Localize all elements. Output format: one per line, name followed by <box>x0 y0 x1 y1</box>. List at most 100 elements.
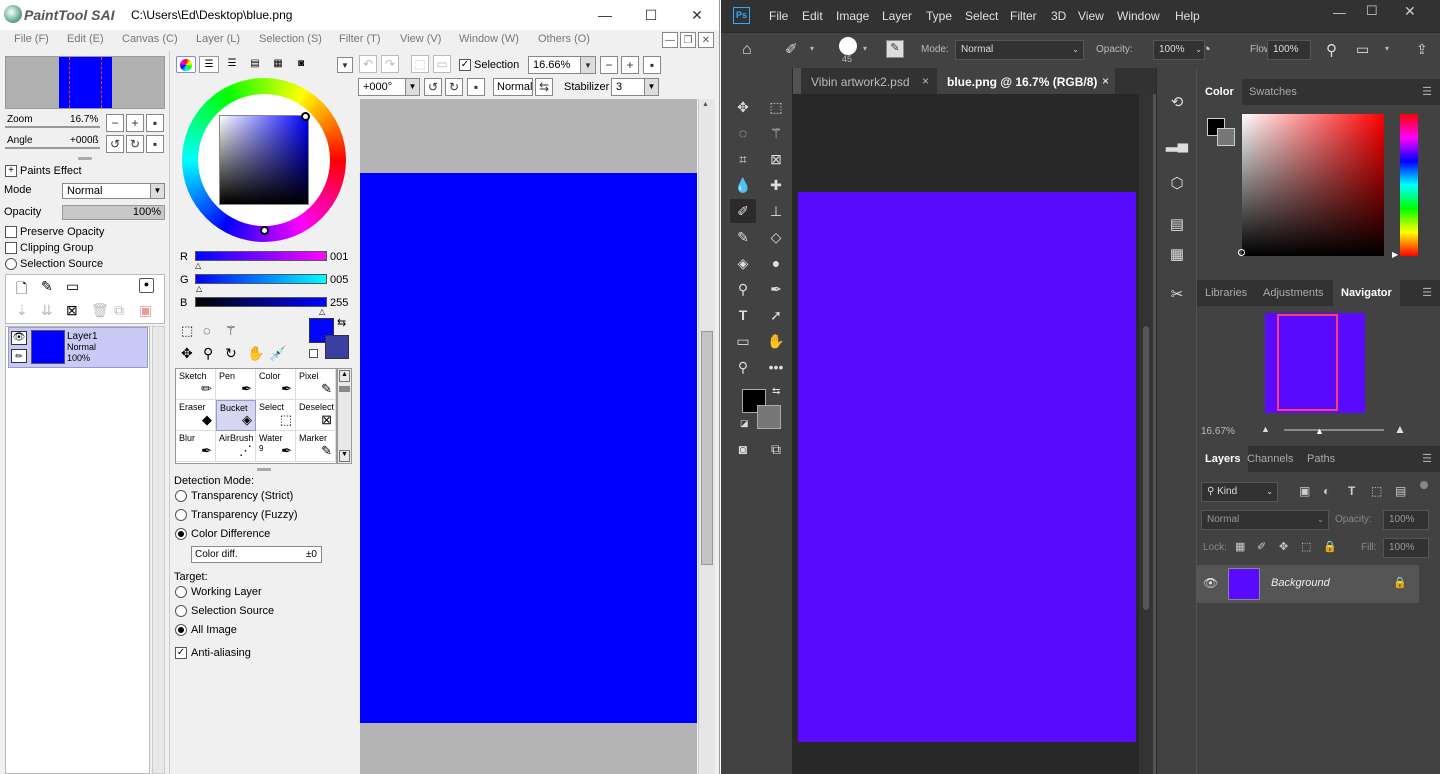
color-wheel-tab[interactable] <box>176 56 196 73</box>
tab-channels[interactable]: Channels <box>1239 446 1301 472</box>
swap-colors-icon[interactable]: ⇆ <box>337 316 346 329</box>
panel-splitter[interactable] <box>78 157 92 160</box>
tab-navigator[interactable]: Navigator <box>1333 280 1400 306</box>
tool-water[interactable]: Water 9 ✒ <box>256 431 296 462</box>
hue-slider-handle[interactable]: ▶ <box>1392 250 1398 259</box>
history-brush-tool-icon[interactable]: ✎ <box>730 225 756 249</box>
menu-view[interactable]: View (V) <box>400 33 441 45</box>
tool-sketch[interactable]: Sketch ✏ <box>176 369 216 400</box>
brush-size-preview[interactable] <box>839 37 857 55</box>
zoom-out-icon[interactable]: ▲ <box>1261 424 1270 434</box>
move-icon[interactable]: ✥ <box>181 345 193 362</box>
navigator-preview[interactable] <box>1265 313 1365 413</box>
brush-tool-icon[interactable]: ✐ <box>730 199 756 223</box>
rotate-icon[interactable]: ↻ <box>225 345 237 362</box>
crop-tool-icon[interactable]: ⌗ <box>730 147 756 171</box>
tab-paths[interactable]: Paths <box>1299 446 1343 472</box>
mode-select[interactable]: Normal ⌄ <box>955 40 1084 60</box>
ps-hue-slider[interactable] <box>1400 114 1418 256</box>
menu-window[interactable]: Window (W) <box>459 33 519 45</box>
zoom-in-button[interactable]: + <box>621 56 639 74</box>
new-linework-icon[interactable]: ✎ <box>41 278 53 295</box>
maximize-button[interactable]: ☐ <box>628 0 674 30</box>
r-slider-handle[interactable]: △ <box>195 261 201 270</box>
tool-bucket[interactable]: Bucket ◈ <box>216 400 256 431</box>
filter-toggle-icon[interactable] <box>1420 481 1428 489</box>
close-button[interactable]: ✕ <box>674 0 719 30</box>
target-all-image-radio[interactable] <box>175 624 187 636</box>
menu-layer[interactable]: Layer <box>882 9 912 23</box>
more-tools-icon[interactable]: ••• <box>763 355 789 379</box>
close-button[interactable]: ✕ <box>1404 3 1416 20</box>
tab-vibin-artwork[interactable]: Vibin artwork2.psd × <box>801 68 935 94</box>
lasso-tool-icon[interactable]: ◌ <box>730 121 756 145</box>
g-slider[interactable] <box>195 274 327 284</box>
rotate-reset-button[interactable]: ▪ <box>467 78 485 96</box>
secondary-color-swatch[interactable] <box>325 335 349 359</box>
color-diff-slider[interactable]: Color diff. ±0 <box>191 546 322 563</box>
scroll-thumb[interactable] <box>339 386 350 392</box>
menu-file[interactable]: File <box>769 9 788 23</box>
filter-smart-object-icon[interactable]: ▤ <box>1395 484 1406 498</box>
panel-splitter[interactable] <box>257 468 271 471</box>
ps-color-field[interactable] <box>1242 114 1384 256</box>
layer-kind-filter[interactable]: ⚲ Kind ⌄ <box>1201 482 1278 502</box>
minimize-button[interactable]: — <box>582 0 628 30</box>
tab-adjustments[interactable]: Adjustments <box>1255 280 1332 306</box>
path-select-tool-icon[interactable]: ➚ <box>763 303 789 327</box>
new-folder-icon[interactable]: ▭ <box>66 278 79 295</box>
mdi-minimize-button[interactable]: — <box>662 32 678 48</box>
zoom-reset-button[interactable]: ▪ <box>643 56 661 74</box>
rectangle-tool-icon[interactable]: ▭ <box>730 329 756 353</box>
screen-mode-icon[interactable]: ⧉ <box>763 437 789 461</box>
zoom-reset-button[interactable]: ▪ <box>146 114 164 132</box>
zoom-in-button[interactable]: + <box>126 114 144 132</box>
histogram-icon[interactable]: ▂▄ <box>1165 131 1189 155</box>
merge-visible-icon[interactable]: ⧉ <box>114 302 124 319</box>
lock-artboard-icon[interactable]: ⬚ <box>1301 540 1311 553</box>
detection-strict-radio[interactable] <box>175 490 187 502</box>
color-wheel[interactable] <box>182 78 346 242</box>
tool-pixel[interactable]: Pixel ✎ <box>296 369 336 400</box>
clear-layer-icon[interactable]: ⊠ <box>66 302 78 319</box>
menu-type[interactable]: Type <box>926 9 952 23</box>
hue-picker-handle[interactable] <box>260 226 269 235</box>
paints-effect-label[interactable]: Paints Effect <box>20 165 82 177</box>
notes-icon[interactable]: ▦ <box>1165 242 1189 266</box>
tools-preset-icon[interactable]: ✂ <box>1165 282 1189 306</box>
lasso-icon[interactable]: ◌ <box>203 323 211 338</box>
menu-file[interactable]: File (F) <box>14 33 49 45</box>
scroll-thumb[interactable] <box>1143 326 1149 610</box>
bucket-tool-icon[interactable]: ◈ <box>730 251 756 275</box>
navigator-thumbnail[interactable] <box>5 56 165 109</box>
navigator-zoom-value[interactable]: 16.67% <box>1201 426 1235 437</box>
sv-picker-handle[interactable] <box>301 112 310 121</box>
chevron-down-icon[interactable]: ▼ <box>580 56 596 74</box>
rgb-slider-tab[interactable]: ☰ <box>199 56 219 73</box>
rotate-right-button[interactable]: ↻ <box>445 78 463 96</box>
mdi-restore-button[interactable]: ❐ <box>680 32 696 48</box>
angle-select[interactable]: +000° ▼ <box>358 78 420 96</box>
menu-canvas[interactable]: Canvas (C) <box>122 33 178 45</box>
layer-blend-mode-select[interactable]: Normal ⌄ <box>1201 510 1329 530</box>
frame-tool-icon[interactable]: ⊠ <box>763 147 789 171</box>
brush-icon[interactable]: ✏ <box>11 349 27 363</box>
minimize-button[interactable]: — <box>1333 5 1346 20</box>
filter-type-icon[interactable]: T <box>1348 484 1355 498</box>
ps-canvas[interactable] <box>798 192 1136 742</box>
zoom-tool-icon[interactable]: ⚲ <box>730 355 756 379</box>
background-color-swatch[interactable] <box>757 405 781 429</box>
menu-select[interactable]: Select <box>965 9 998 23</box>
invert-selection-button[interactable]: ▭ <box>433 55 451 73</box>
tool-pen[interactable]: Pen ✒ <box>216 369 256 400</box>
filter-shape-icon[interactable]: ⬚ <box>1371 484 1382 498</box>
swap-colors-icon[interactable]: ⇆ <box>772 386 780 397</box>
tool-marker[interactable]: Marker ✎ <box>296 431 336 462</box>
b-slider-handle[interactable]: △ <box>319 307 325 316</box>
home-icon[interactable]: ⌂ <box>742 41 752 59</box>
eyedropper-tool-icon[interactable]: 💧 <box>730 173 756 197</box>
panel-menu-icon[interactable]: ☰ <box>1422 286 1432 299</box>
brush-preset-icon[interactable]: ✐ <box>785 40 798 58</box>
sai-canvas-area[interactable] <box>360 99 697 774</box>
tab-color[interactable]: Color <box>1197 79 1242 105</box>
